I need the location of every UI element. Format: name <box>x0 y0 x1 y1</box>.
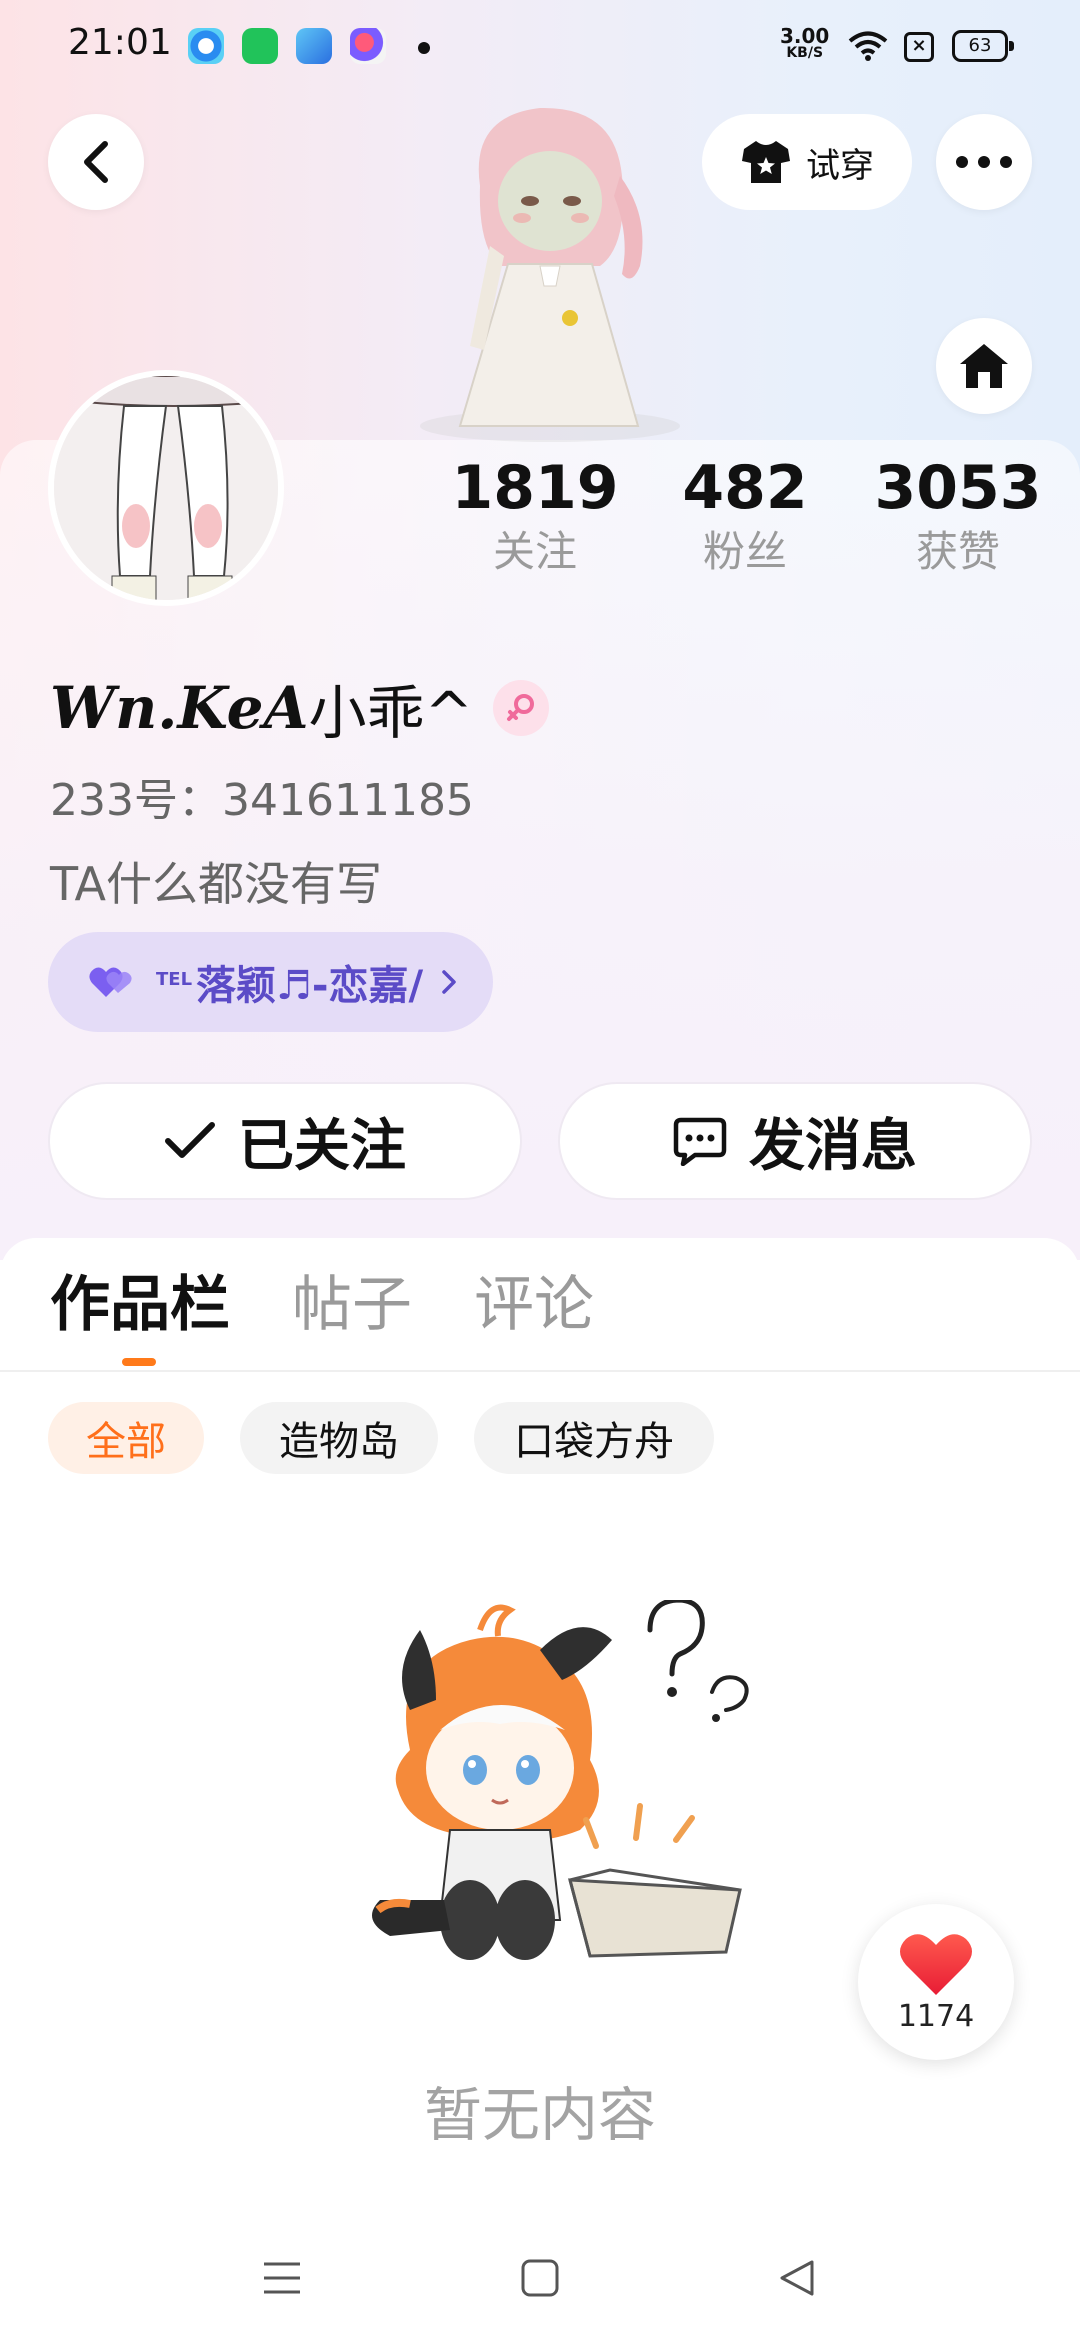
user-bio: TA什么都没有写 <box>50 857 382 911</box>
try-on-button[interactable]: 试穿 <box>702 114 912 210</box>
network-speed: 3.00 KB/S <box>780 26 829 60</box>
tabs-divider <box>0 1370 1080 1372</box>
active-tab-indicator <box>122 1358 156 1366</box>
empty-state-illustration <box>350 1597 770 2020</box>
like-count: 1174 <box>897 1998 975 2034</box>
status-bar: 21:01 3.00 KB/S × 63 <box>0 0 1080 96</box>
user-id: 233号：341611185 <box>50 775 474 826</box>
stat-value: 3053 <box>874 453 1042 523</box>
home-icon <box>960 344 1008 388</box>
browser-app-icon <box>188 28 224 64</box>
send-message-label: 发消息 <box>749 1113 917 1179</box>
notification-dot <box>418 42 430 54</box>
more-button[interactable] <box>936 114 1032 210</box>
wifi-icon <box>848 31 888 61</box>
chevron-right-icon <box>442 970 456 994</box>
female-gender-icon <box>493 680 550 736</box>
username: Wn.KeA 小乖^ <box>50 666 550 750</box>
following-button[interactable]: 已关注 <box>48 1082 522 1200</box>
system-nav-bar <box>0 2230 1080 2340</box>
chat-bubble-icon <box>673 1117 727 1166</box>
menu-icon[interactable] <box>262 2258 302 2298</box>
status-time: 21:01 <box>68 22 172 63</box>
fan-club-badge[interactable]: TEL 落颖♬-恋嘉/ <box>48 932 494 1032</box>
send-message-button[interactable]: 发消息 <box>558 1082 1032 1200</box>
stat-value: 482 <box>682 453 808 523</box>
checkmark-icon <box>165 1122 215 1158</box>
double-heart-icon <box>89 967 132 997</box>
home-nav-icon[interactable] <box>520 2258 560 2298</box>
stat-likes[interactable]: 3053 获赞 <box>875 452 1042 580</box>
try-on-label: 试穿 <box>806 145 874 186</box>
network-speed-value: 3.00 <box>780 24 830 48</box>
tab-works[interactable]: 作品栏 <box>50 1262 230 1348</box>
stat-following[interactable]: 1819 关注 <box>452 452 619 580</box>
dressed-avatar-figure <box>400 96 700 448</box>
app-icon-colorful <box>350 28 386 64</box>
fan-club-name: 落颖♬-恋嘉/ <box>196 963 424 1009</box>
filter-pocket-ark[interactable]: 口袋方舟 <box>474 1402 714 1474</box>
username-cn-part: 小乖^ <box>308 679 474 747</box>
stat-label: 粉丝 <box>702 527 787 576</box>
network-speed-unit: KB/S <box>786 45 824 61</box>
more-dots-icon <box>956 156 1012 168</box>
store-app-icon <box>242 28 278 64</box>
battery-indicator: 63 <box>952 30 1014 62</box>
stat-value: 1819 <box>451 453 619 523</box>
tab-posts[interactable]: 帖子 <box>292 1262 412 1348</box>
stat-label: 获赞 <box>915 527 1000 576</box>
heart-icon <box>900 1933 972 1995</box>
no-sim-icon: × <box>904 32 934 62</box>
chevron-left-icon <box>84 141 108 183</box>
tab-comments[interactable]: 评论 <box>474 1262 594 1348</box>
app-icon-blue <box>296 28 332 64</box>
stat-label: 关注 <box>492 527 577 576</box>
stat-followers[interactable]: 482 粉丝 <box>680 452 810 580</box>
username-fancy-part: Wn.KeA <box>50 674 309 742</box>
fan-club-label: TEL 落颖♬-恋嘉/ <box>156 953 423 1011</box>
empty-state-text: 暂无内容 <box>423 2081 656 2149</box>
notification-icons <box>188 28 386 64</box>
like-button[interactable]: 1174 <box>858 1904 1014 2060</box>
tshirt-icon <box>742 141 790 183</box>
back-button[interactable] <box>48 114 144 210</box>
filter-all[interactable]: 全部 <box>48 1402 204 1474</box>
avatar[interactable] <box>48 370 284 606</box>
fan-club-prefix: TEL <box>156 968 193 990</box>
back-nav-icon[interactable] <box>778 2258 818 2298</box>
filter-creation-island[interactable]: 造物岛 <box>240 1402 438 1474</box>
tab-bar: 作品栏 帖子 评论 <box>0 1262 1080 1372</box>
following-label: 已关注 <box>238 1113 406 1179</box>
home-button[interactable] <box>936 318 1032 414</box>
